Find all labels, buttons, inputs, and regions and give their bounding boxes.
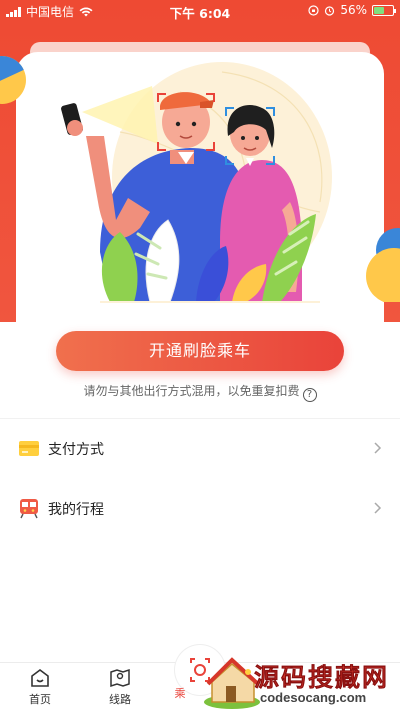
notice-text: 请勿与其他出行方式混用，以免重复扣费 xyxy=(83,384,300,398)
tab-face-ride[interactable]: 乘 xyxy=(150,685,210,701)
chevron-right-icon xyxy=(374,502,382,514)
card-icon xyxy=(19,441,39,456)
train-icon xyxy=(20,499,38,519)
menu-item-payment-method[interactable]: 支付方式 xyxy=(0,428,400,468)
orientation-lock-icon xyxy=(308,4,319,16)
section-divider xyxy=(0,418,400,419)
alarm-icon xyxy=(325,5,335,16)
battery-percent: 56% xyxy=(340,3,367,17)
map-icon xyxy=(110,668,130,688)
watermark-subtitle: codesocang.com xyxy=(260,690,367,705)
tab-routes[interactable]: 线路 xyxy=(90,667,150,707)
tab-label: 线路 xyxy=(109,693,131,706)
site-watermark: 源码搜藏网 codesocang.com xyxy=(202,652,400,710)
help-icon[interactable]: ? xyxy=(302,388,317,402)
battery-icon xyxy=(372,4,396,16)
chevron-right-icon xyxy=(374,442,382,454)
tab-label: 首页 xyxy=(29,693,51,706)
menu-item-label: 我的行程 xyxy=(48,502,104,518)
status-bar: 中国电信 下午 6:04 56% xyxy=(0,0,400,22)
tab-home[interactable]: 首页 xyxy=(10,667,70,707)
battery-level-fill xyxy=(374,6,385,14)
face-scan-couple-illustration xyxy=(61,62,332,303)
menu-item-my-trips[interactable]: 我的行程 xyxy=(0,488,400,528)
cta-section: 开通刷脸乘车 请勿与其他出行方式混用，以免重复扣费? xyxy=(0,322,400,418)
decorative-ball-right xyxy=(366,228,400,302)
tab-label: 乘 xyxy=(174,687,186,700)
home-icon xyxy=(31,669,49,687)
mixed-use-notice: 请勿与其他出行方式混用，以免重复扣费? xyxy=(0,382,400,402)
menu-item-label: 支付方式 xyxy=(48,442,104,458)
watermark-title: 源码搜藏网 xyxy=(254,664,390,692)
enable-face-ride-button[interactable]: 开通刷脸乘车 xyxy=(56,331,344,371)
